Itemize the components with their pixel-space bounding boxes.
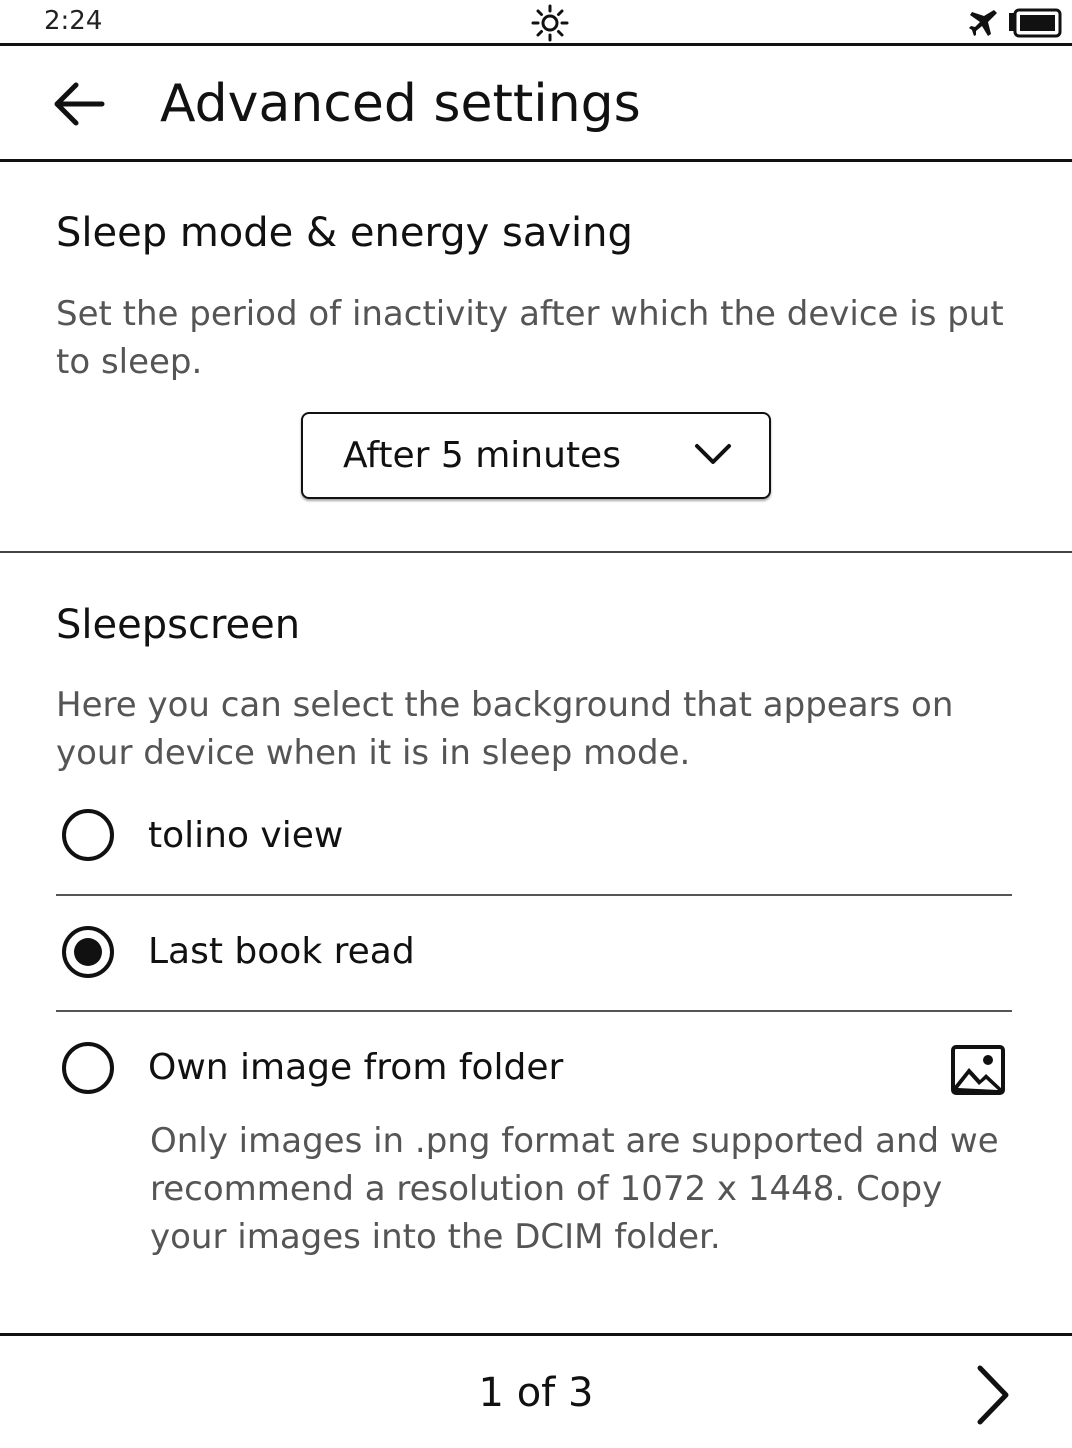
chevron-right-icon[interactable] — [968, 1362, 1018, 1428]
option-label: Own image from folder — [148, 1047, 564, 1088]
sleep-section-title: Sleep mode & energy saving — [56, 210, 633, 256]
sleepscreen-section-title: Sleepscreen — [56, 602, 301, 648]
footer-pagination: 1 of 3 — [0, 1333, 1072, 1448]
option-tolino-view[interactable]: tolino view — [56, 780, 1012, 892]
page-indicator: 1 of 3 — [478, 1370, 594, 1416]
option-label: tolino view — [148, 815, 344, 856]
sleep-section-description: Set the period of inactivity after which… — [56, 294, 1004, 382]
radio-button[interactable] — [62, 1042, 114, 1094]
chevron-down-icon — [695, 444, 731, 464]
battery-icon — [1009, 8, 1062, 38]
radio-button-selected[interactable] — [62, 926, 114, 978]
option-label: Last book read — [148, 931, 415, 972]
section-divider — [0, 551, 1072, 553]
page-title: Advanced settings — [160, 74, 641, 134]
dropdown-selected-value: After 5 minutes — [343, 435, 621, 476]
status-time: 2:24 — [44, 6, 103, 36]
option-own-image[interactable]: Own image from folder — [56, 1012, 1012, 1124]
brightness-icon[interactable] — [530, 3, 570, 43]
back-arrow-icon[interactable] — [46, 68, 116, 138]
sleepscreen-section-description: Here you can select the background that … — [56, 685, 954, 773]
radio-button[interactable] — [62, 809, 114, 861]
option-last-book-read[interactable]: Last book read — [56, 896, 1012, 1008]
header: Advanced settings — [0, 46, 1072, 162]
sleep-timeout-dropdown[interactable]: After 5 minutes — [301, 412, 771, 499]
airplane-mode-icon — [969, 10, 997, 36]
status-bar: 2:24 — [0, 0, 1072, 46]
image-icon[interactable] — [950, 1044, 1006, 1096]
own-image-note: Only images in .png format are supported… — [150, 1121, 999, 1257]
